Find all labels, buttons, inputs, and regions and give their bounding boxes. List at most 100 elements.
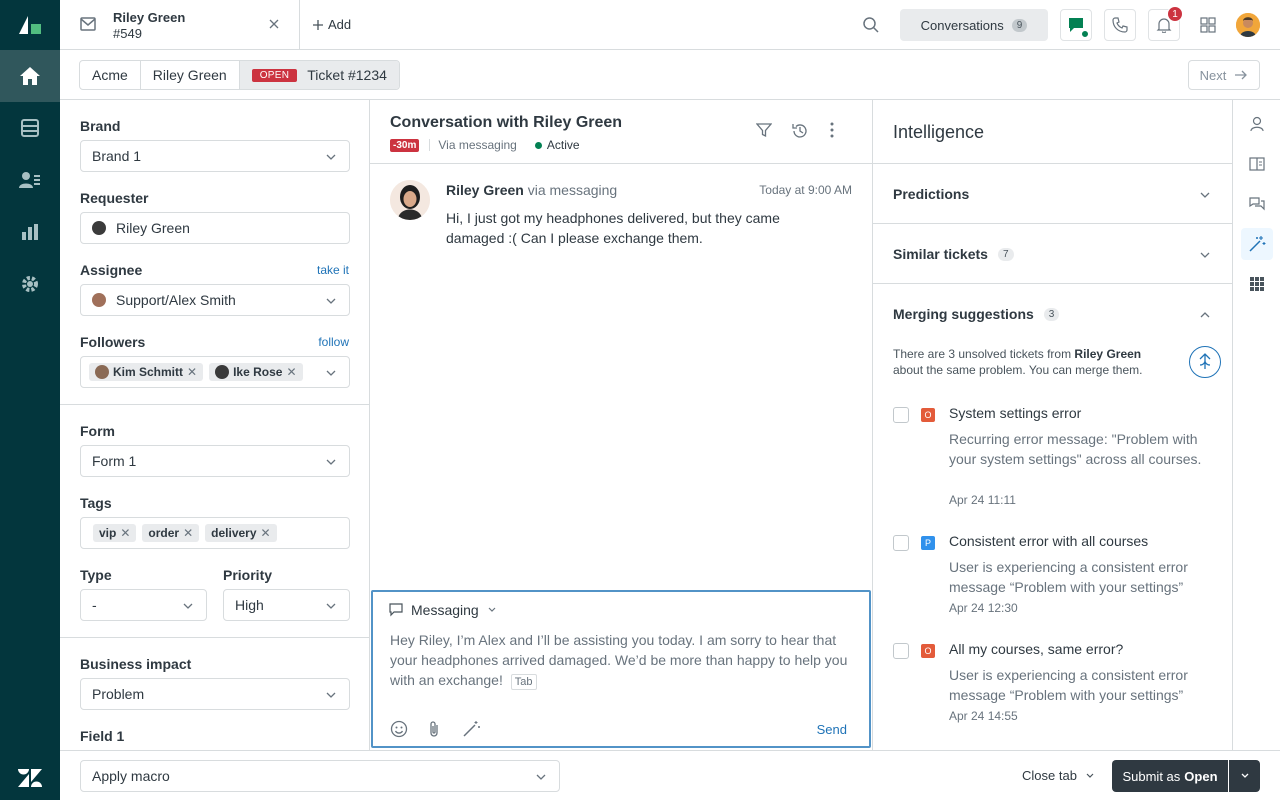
reply-composer[interactable]: Messaging Hey Riley, I’m Alex and I’ll b… <box>371 590 871 748</box>
top-bar: Riley Green #549 Add Conversations 9 1 <box>60 0 1280 50</box>
close-tab-label: Close tab <box>1022 768 1077 783</box>
channel-switcher[interactable]: Messaging <box>389 602 497 618</box>
nav-reporting[interactable] <box>0 206 60 258</box>
rail-knowledge[interactable] <box>1241 148 1273 180</box>
rail-intelligence[interactable] <box>1241 228 1273 260</box>
magic-wand-icon[interactable] <box>462 720 480 738</box>
tags-field[interactable]: vip ✕ order ✕ delivery ✕ <box>80 517 350 549</box>
remove-icon[interactable]: ✕ <box>120 526 130 540</box>
brand-value: Brand 1 <box>92 148 142 164</box>
brand-select[interactable]: Brand 1 <box>80 140 350 172</box>
remove-icon[interactable]: ✕ <box>261 526 271 540</box>
history-icon[interactable] <box>791 122 809 140</box>
suggestion-checkbox[interactable] <box>893 407 909 423</box>
bar-chart-icon <box>21 223 39 241</box>
mail-icon <box>80 17 96 31</box>
send-button[interactable]: Send <box>817 722 847 737</box>
ticket-properties-panel: Brand Brand 1 Requester Riley Green Assi… <box>60 100 370 750</box>
take-it-link[interactable]: take it <box>317 263 349 277</box>
rail-customer-context[interactable] <box>1241 108 1273 140</box>
nav-admin[interactable] <box>0 258 60 310</box>
apply-macro-label: Apply macro <box>92 768 170 784</box>
message-channel: via messaging <box>527 182 618 198</box>
follow-link[interactable]: follow <box>318 335 349 349</box>
merging-suggestions-count: 3 <box>1043 307 1060 321</box>
more-options-icon[interactable] <box>829 122 835 138</box>
submit-button[interactable]: Submit as Open <box>1112 760 1228 792</box>
zendesk-logo-icon[interactable] <box>0 768 60 788</box>
nav-customers[interactable] <box>0 154 60 206</box>
submit-options-button[interactable] <box>1229 760 1260 792</box>
message-timestamp: Today at 9:00 AM <box>759 183 852 197</box>
conversation-header: Conversation with Riley Green -30m Via m… <box>370 100 872 164</box>
followers-label: Followers <box>80 334 146 350</box>
attachment-icon[interactable] <box>428 720 440 738</box>
merge-button[interactable] <box>1189 346 1221 378</box>
messaging-status-button[interactable] <box>1060 9 1092 41</box>
status-badge: O <box>921 644 935 658</box>
message-sender: Riley Green via messaging <box>446 182 617 198</box>
ticket-tab[interactable]: Riley Green #549 <box>60 0 300 50</box>
suggestion-title[interactable]: System settings error <box>949 405 1081 421</box>
avatar <box>92 221 106 235</box>
tag-label: order <box>148 526 180 540</box>
phone-button[interactable] <box>1104 9 1136 41</box>
user-avatar[interactable] <box>1236 13 1260 37</box>
chevron-down-icon <box>1240 771 1250 781</box>
suggestion-checkbox[interactable] <box>893 643 909 659</box>
conversations-button[interactable]: Conversations 9 <box>900 9 1048 41</box>
chevron-down-icon <box>325 295 337 307</box>
close-icon[interactable] <box>267 17 281 31</box>
bottom-bar: Apply macro Close tab Submit as Open <box>60 750 1280 800</box>
close-tab-button[interactable]: Close tab <box>1022 768 1095 783</box>
type-select[interactable]: - <box>80 589 207 621</box>
predictions-section[interactable]: Predictions <box>873 163 1232 223</box>
remove-icon[interactable]: ✕ <box>183 526 193 540</box>
merging-suggestions-label[interactable]: Merging suggestions 3 <box>893 306 1060 322</box>
nav-views[interactable] <box>0 102 60 154</box>
breadcrumb-org[interactable]: Acme <box>80 61 141 89</box>
search-icon[interactable] <box>862 16 880 34</box>
requester-field[interactable]: Riley Green <box>80 212 350 244</box>
chat-bubbles-icon <box>1249 196 1265 212</box>
priority-select[interactable]: High <box>223 589 350 621</box>
chevron-down-icon <box>325 456 337 468</box>
breadcrumb-ticket[interactable]: OPEN Ticket #1234 <box>239 61 399 89</box>
left-nav <box>0 0 60 800</box>
merge-suggestion-item: P Consistent error with all courses User… <box>893 533 1223 615</box>
tag-label: vip <box>99 526 117 540</box>
reply-text-input[interactable]: Hey Riley, I’m Alex and I’ll be assistin… <box>390 630 856 690</box>
next-label: Next <box>1199 67 1227 83</box>
merge-suggestion-item: O All my courses, same error? User is ex… <box>893 641 1223 723</box>
remove-icon[interactable]: ✕ <box>187 365 197 379</box>
submit-prefix: Submit as <box>1122 768 1181 784</box>
rail-conversations[interactable] <box>1241 188 1273 220</box>
form-select[interactable]: Form 1 <box>80 445 350 477</box>
followers-field[interactable]: Kim Schmitt ✕ Ike Rose ✕ <box>80 356 350 388</box>
suggestion-title[interactable]: Consistent error with all courses <box>949 533 1148 549</box>
chevron-up-icon[interactable] <box>1199 309 1211 321</box>
predictions-label: Predictions <box>893 186 969 202</box>
similar-tickets-section[interactable]: Similar tickets 7 <box>873 223 1232 283</box>
next-button[interactable]: Next <box>1188 60 1260 90</box>
nav-home[interactable] <box>0 50 60 102</box>
products-button[interactable] <box>1192 9 1224 41</box>
business-impact-select[interactable]: Problem <box>80 678 350 710</box>
brand-label: Brand <box>80 118 121 134</box>
emoji-icon[interactable] <box>390 720 408 738</box>
plus-icon <box>312 19 324 31</box>
assignee-select[interactable]: Support/Alex Smith <box>80 284 350 316</box>
suggestion-title[interactable]: All my courses, same error? <box>949 641 1123 657</box>
suggestion-checkbox[interactable] <box>893 535 909 551</box>
add-tab-button[interactable]: Add <box>312 17 351 32</box>
channel-label: Messaging <box>411 602 479 618</box>
suggestion-date: Apr 24 12:30 <box>949 601 1018 615</box>
rail-apps[interactable] <box>1241 268 1273 300</box>
follower-name: Ike Rose <box>233 365 283 379</box>
notifications-button[interactable]: 1 <box>1148 6 1183 41</box>
filter-icon[interactable] <box>756 122 772 138</box>
breadcrumb-requester[interactable]: Riley Green <box>141 61 240 89</box>
apply-macro-select[interactable]: Apply macro <box>80 760 560 792</box>
remove-icon[interactable]: ✕ <box>286 365 296 379</box>
conversation-meta: -30m Via messaging Active <box>390 138 580 152</box>
